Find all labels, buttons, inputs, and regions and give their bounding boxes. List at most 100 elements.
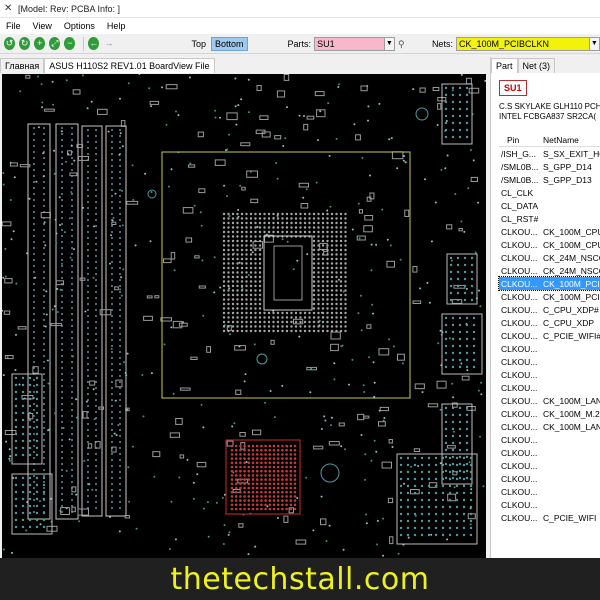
via	[237, 208, 240, 211]
pin-row[interactable]: CLKOU...	[499, 498, 600, 511]
back-arrow-icon[interactable]: ←	[88, 37, 100, 50]
cpu-pad	[317, 329, 320, 333]
cpu-pad	[330, 311, 334, 315]
pin-row[interactable]: CLKOU... CK_24M_NSCO	[499, 264, 600, 277]
pin-row[interactable]: CLKOU... CK_100M_CPU	[499, 225, 600, 238]
fit-view-icon[interactable]: ⤢	[49, 37, 61, 50]
cpu-pad	[321, 280, 325, 283]
pin-row[interactable]: CLKOU... CK_100M_LAN	[499, 420, 600, 433]
tab-part[interactable]: Part	[491, 58, 518, 73]
via	[328, 524, 331, 527]
pin-row[interactable]: CLKOU... CK_100M_M.2	[499, 407, 600, 420]
pin-row[interactable]: CLKOU... C_PCIE_WIFI#	[499, 329, 600, 342]
pin-row[interactable]: CLKOU...	[499, 368, 600, 381]
pin-row[interactable]: CL_DATA	[499, 199, 600, 212]
pch-pad	[281, 448, 284, 452]
via	[111, 219, 114, 222]
nets-dropdown-arrow-icon[interactable]: ▼	[589, 36, 600, 51]
zoom-out-icon[interactable]: −	[64, 37, 76, 50]
top-side-button[interactable]: Top	[189, 38, 210, 50]
parts-dropdown-arrow-icon[interactable]: ▼	[384, 36, 395, 51]
via	[417, 465, 420, 467]
col-pin-header[interactable]: Pin	[499, 135, 539, 145]
slot-pin	[119, 417, 121, 419]
nets-search-input[interactable]: CK_100M_PCIBCLKN	[455, 36, 590, 51]
pin-row[interactable]: /ISH_G... S_SX_EXIT_HO	[499, 147, 600, 160]
slot-pin	[87, 477, 89, 479]
pin-rows: /ISH_G... S_SX_EXIT_HO/SML0B... S_GPP_D14/…	[498, 147, 600, 524]
slot-pin	[33, 499, 35, 501]
cpu-pad	[330, 230, 334, 234]
pin-row[interactable]: /SML0B... S_GPP_D13	[499, 173, 600, 186]
cpu-pad	[335, 230, 338, 234]
menu-view[interactable]: View	[33, 21, 52, 31]
pin-row[interactable]: CLKOU... CK_100M_LAN	[499, 394, 600, 407]
cpu-pad	[276, 230, 280, 234]
pcb-board-drawing[interactable]	[2, 74, 486, 560]
connector-pin	[465, 86, 469, 90]
slot-pin	[71, 349, 73, 351]
tab-boardview-file[interactable]: ASUS H110S2 REV1.01 BoardView File	[44, 58, 215, 73]
connector-pin	[413, 512, 417, 516]
via	[330, 416, 333, 419]
connector-pin	[406, 533, 410, 537]
via	[396, 167, 399, 170]
board-view-canvas[interactable]	[2, 74, 486, 560]
cpu-pad	[267, 311, 271, 315]
pch-pad	[234, 507, 238, 511]
pin-row[interactable]: /SML0B... S_GPP_D14	[499, 160, 600, 173]
pin-row[interactable]: CL_RST#	[499, 212, 600, 225]
connector-pin	[458, 100, 462, 104]
pin-row[interactable]: CLKOU...	[499, 446, 600, 459]
slot-pin	[33, 235, 35, 237]
cpu-pad	[222, 257, 226, 261]
pin-row[interactable]: CLKOU...	[499, 472, 600, 485]
via	[51, 80, 54, 83]
connector-pin	[470, 256, 474, 260]
pin-row[interactable]: CL_CLK	[499, 186, 600, 199]
bottom-side-button[interactable]: Bottom	[211, 36, 248, 51]
pin-row[interactable]: CLKOU... C_CPU_XDP	[499, 316, 600, 329]
zoom-in-icon[interactable]: +	[34, 37, 46, 50]
pin-row[interactable]: CLKOU...	[499, 381, 600, 394]
pin-row[interactable]: CLKOU...	[499, 459, 600, 472]
cpu-pad	[227, 221, 230, 225]
cpu-pad	[321, 226, 325, 229]
cpu-pad	[263, 226, 266, 229]
rotate-right-icon[interactable]: ↻	[19, 37, 31, 50]
pin-row[interactable]: CLKOU...	[499, 342, 600, 355]
pin-row[interactable]: CLKOU...	[499, 485, 600, 498]
menu-options[interactable]: Options	[64, 21, 95, 31]
connector-pin	[420, 477, 424, 481]
rotate-left-icon[interactable]: ↺	[4, 37, 16, 50]
pch-pad	[285, 482, 288, 486]
slot-pin	[119, 333, 121, 335]
col-netname-header[interactable]: NetName	[539, 135, 600, 145]
cpu-pad	[227, 262, 230, 265]
pin-row[interactable]: CLKOU... CK_100M_CPU	[499, 238, 600, 251]
forward-arrow-icon[interactable]: →	[103, 37, 114, 50]
pin-row[interactable]: CLKOU...	[499, 433, 600, 446]
pin-row[interactable]: CLKOU... C_PCIE_WIFI	[499, 511, 600, 524]
via	[315, 181, 318, 184]
pin-row[interactable]: CLKOU... CK_100M_PCIE	[498, 276, 600, 291]
watermark-text: thetechstall.com	[170, 561, 430, 597]
menu-file[interactable]: File	[6, 21, 21, 31]
cpu-pad	[231, 325, 235, 328]
parts-filter-icon[interactable]: ⚲	[398, 37, 410, 51]
cpu-pad	[312, 262, 316, 265]
connector-pin	[458, 128, 462, 132]
pin-row[interactable]: CLKOU...	[499, 355, 600, 368]
connector-pin	[420, 512, 424, 516]
connector-pin	[458, 135, 462, 139]
pin-row[interactable]: CLKOU... C_CPU_XDP#	[499, 303, 600, 316]
pin-row[interactable]: CLKOU... CK_100M_PCIE	[499, 290, 600, 303]
connector-pin	[28, 376, 32, 380]
tab-net[interactable]: Net (3)	[517, 58, 556, 73]
tab-home[interactable]: Главная	[0, 58, 45, 73]
parts-search-input[interactable]: SU1	[314, 36, 385, 51]
pin-row[interactable]: CLKOU... CK_24M_NSCO	[499, 251, 600, 264]
cpu-pad	[303, 325, 307, 328]
pch-pad	[247, 474, 251, 477]
menu-help[interactable]: Help	[107, 21, 126, 31]
